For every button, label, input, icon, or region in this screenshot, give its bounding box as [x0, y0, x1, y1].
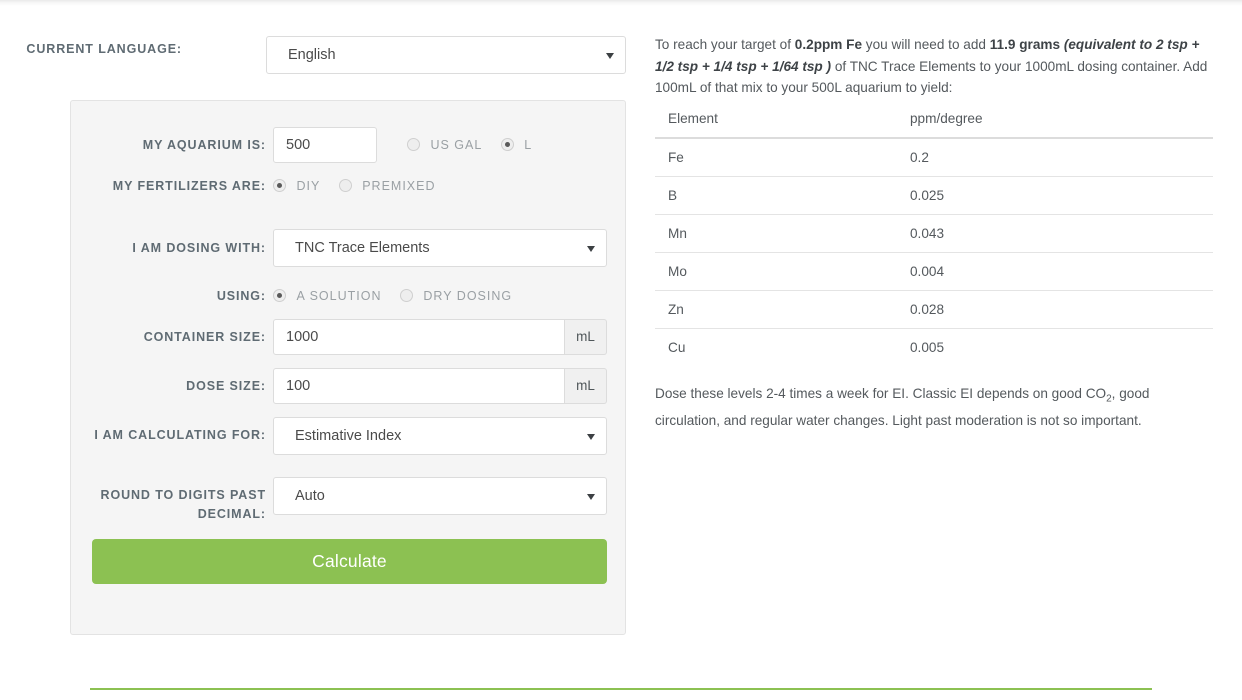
element-value: 0.028	[897, 290, 1213, 329]
rounding-control: Auto	[273, 477, 607, 515]
using-a-solution-radio[interactable]: A SOLUTION	[273, 287, 381, 305]
current-language-select-wrapper: English	[266, 36, 626, 74]
element-value: 0.2	[897, 137, 1213, 177]
dosing-with-control: TNC Trace Elements	[273, 229, 607, 267]
radio-dot-us-gal	[407, 137, 420, 151]
dose-size-control: mL	[273, 368, 607, 404]
element-name: Zn	[655, 290, 897, 329]
calculating-for-label: I AM CALCULATING FOR:	[94, 428, 266, 442]
current-language-select[interactable]: English	[266, 36, 626, 74]
footer-divider	[90, 688, 1152, 690]
table-header-element: Element	[655, 110, 897, 139]
dose-size-input[interactable]	[273, 368, 565, 404]
dosing-with-value: TNC Trace Elements	[295, 240, 430, 256]
table-header-ppm: ppm/degree	[897, 110, 1213, 139]
dosing-with-select[interactable]: TNC Trace Elements	[273, 229, 607, 267]
fertilizers-premixed-radio[interactable]: PREMIXED	[338, 177, 436, 195]
aquarium-size-control	[273, 127, 377, 163]
using-a-solution-label: A SOLUTION	[296, 289, 382, 303]
calculating-for-control: Estimative Index	[273, 417, 607, 455]
element-name: B	[655, 176, 897, 215]
aquarium-unit-liters-radio[interactable]: L	[500, 136, 533, 154]
using-dry-dosing-label: DRY DOSING	[423, 289, 513, 303]
container-size-label: CONTAINER SIZE:	[143, 330, 266, 344]
rounding-label: ROUND TO DIGITS PAST DECIMAL:	[100, 488, 266, 521]
container-size-row: CONTAINER SIZE: mL	[71, 319, 627, 355]
element-name: Fe	[655, 137, 897, 177]
chevron-down-icon	[587, 434, 595, 440]
using-radio-group: A SOLUTION DRY DOSING	[273, 287, 512, 305]
fertilizers-label: MY FERTILIZERS ARE:	[112, 179, 266, 193]
results-table: Element ppm/degree Fe 0.2 B 0.025 Mn 0.0…	[655, 110, 1213, 366]
current-language-value: English	[288, 47, 336, 63]
table-row: Mo 0.004	[655, 252, 1213, 291]
container-size-control: mL	[273, 319, 607, 355]
container-size-input[interactable]	[273, 319, 565, 355]
table-row: Zn 0.028	[655, 290, 1213, 329]
dose-size-unit: mL	[565, 368, 607, 404]
dose-size-row: DOSE SIZE: mL	[71, 368, 627, 404]
summary-target-value: 0.2ppm Fe	[794, 37, 863, 52]
table-row: Cu 0.005	[655, 328, 1213, 366]
radio-dot-dry-dosing	[399, 288, 413, 302]
fertilizers-premixed-label: PREMIXED	[362, 179, 436, 193]
results-table-body: Fe 0.2 B 0.025 Mn 0.043 Mo 0.004 Zn 0.02…	[655, 137, 1213, 366]
table-row: B 0.025	[655, 176, 1213, 215]
aquarium-unit-us-gal-radio[interactable]: US GAL	[407, 136, 482, 154]
rounding-value: Auto	[295, 488, 325, 504]
summary-part-1: To reach your target of	[655, 37, 795, 52]
chevron-down-icon	[606, 53, 614, 59]
current-language-label: CURRENT LANGUAGE:	[26, 42, 182, 56]
using-dry-dosing-radio[interactable]: DRY DOSING	[399, 287, 513, 305]
dose-size-label: DOSE SIZE:	[186, 379, 266, 393]
table-row: Mn 0.043	[655, 214, 1213, 253]
element-value: 0.004	[897, 252, 1213, 291]
using-label: USING:	[216, 289, 266, 303]
note-part-1: Dose these levels 2-4 times a week for E…	[655, 385, 1107, 401]
radio-dot-a-solution	[273, 288, 286, 302]
dosing-with-label: I AM DOSING WITH:	[132, 241, 266, 255]
element-name: Cu	[668, 339, 686, 355]
radio-dot-diy	[273, 178, 286, 192]
element-value: 0.025	[897, 176, 1213, 215]
chevron-down-icon	[587, 494, 595, 500]
aquarium-unit-liters-label: L	[524, 138, 533, 152]
fertilizers-radio-group: DIY PREMIXED	[273, 177, 436, 195]
rounding-select[interactable]: Auto	[273, 477, 607, 515]
radio-dot-liters	[500, 137, 514, 151]
fertilizers-diy-radio[interactable]: DIY	[273, 177, 320, 195]
calculate-button[interactable]: Calculate	[92, 539, 607, 584]
fertilizers-diy-label: DIY	[296, 179, 321, 193]
element-name: Mo	[655, 252, 897, 291]
container-size-unit: mL	[565, 319, 607, 355]
chevron-down-icon	[587, 246, 595, 252]
summary-part-2: you will need to add	[862, 37, 990, 52]
element-value: 0.043	[897, 214, 1213, 253]
results-column: To reach your target of 0.2ppm Fe you wi…	[655, 34, 1213, 431]
summary-grams-value: 11.9 grams	[989, 37, 1064, 52]
dosing-note: Dose these levels 2-4 times a week for E…	[655, 383, 1213, 432]
calculating-for-value: Estimative Index	[295, 428, 402, 444]
calculator-panel: MY AQUARIUM IS: US GAL L MY F	[70, 100, 626, 635]
aquarium-size-label: MY AQUARIUM IS:	[142, 138, 266, 152]
table-row: Fe 0.2	[655, 137, 1213, 177]
aquarium-unit-radio-group: US GAL L	[407, 136, 532, 154]
table-header-row: Element ppm/degree	[655, 110, 1213, 139]
radio-dot-premixed	[338, 178, 352, 192]
aquarium-unit-us-gal-label: US GAL	[430, 138, 483, 152]
calculating-for-select[interactable]: Estimative Index	[273, 417, 607, 455]
calculator-page: CURRENT LANGUAGE: English MY AQUARIUM IS…	[0, 0, 1242, 700]
element-name: Mn	[655, 214, 897, 253]
element-value: 0.005	[910, 339, 945, 355]
current-language-row: CURRENT LANGUAGE: English	[0, 36, 630, 74]
aquarium-size-input[interactable]	[273, 127, 377, 163]
result-summary-text: To reach your target of 0.2ppm Fe you wi…	[655, 34, 1213, 99]
